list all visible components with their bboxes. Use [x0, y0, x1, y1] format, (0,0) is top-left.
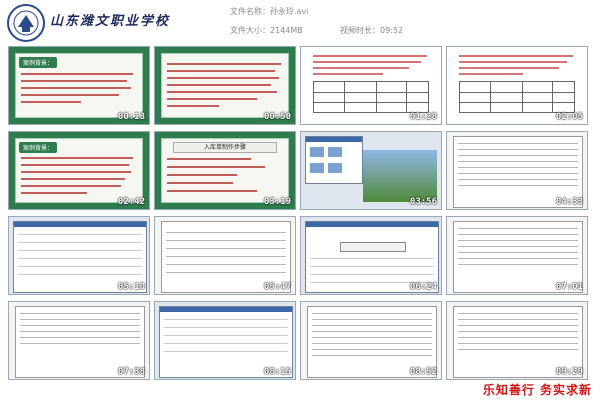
school-logo-icon	[7, 4, 45, 42]
timestamp: 05:47	[263, 282, 291, 292]
thumbnail-12[interactable]: 07:01	[446, 216, 588, 295]
timestamp: 07:01	[555, 282, 583, 292]
timestamp: 00:50	[263, 112, 291, 122]
timestamp: 02:42	[117, 197, 145, 207]
thumbnail-11[interactable]: 06:24	[300, 216, 442, 295]
thumbnail-1[interactable]: 案例背景： 00:13	[8, 46, 150, 125]
thumbnail-14[interactable]: 08:15	[154, 301, 296, 380]
school-motto: 乐知善行 务实求新	[482, 383, 592, 397]
thumbnail-9[interactable]: 05:10	[8, 216, 150, 295]
thumbnail-13[interactable]: 07:38	[8, 301, 150, 380]
file-name: 文件名称：孙永玲.avi	[230, 7, 309, 16]
thumbnail-5[interactable]: 案例背景： 02:42	[8, 131, 150, 210]
process-title: 入库单制作步骤	[173, 142, 277, 153]
thumbnail-4[interactable]: 02:05	[446, 46, 588, 125]
timestamp: 03:56	[409, 197, 437, 207]
timestamp: 06:24	[409, 282, 437, 292]
video-duration: 视频时长：09:52	[340, 26, 404, 35]
case-badge: 案例背景：	[19, 142, 58, 153]
timestamp: 01:28	[409, 112, 437, 122]
thumbnail-grid: 案例背景： 00:13 00:50 01:28 02:05 案例背景： 02:4…	[0, 46, 600, 386]
thumbnail-6[interactable]: 入库单制作步骤 03:19	[154, 131, 296, 210]
school-name: 山东潍文职业学校	[50, 14, 171, 29]
timestamp: 07:38	[117, 367, 145, 377]
timestamp: 04:33	[555, 197, 583, 207]
file-size: 文件大小：2144MB	[230, 26, 303, 35]
thumbnail-16[interactable]: 09:29	[446, 301, 588, 380]
thumbnail-8[interactable]: 04:33	[446, 131, 588, 210]
header: 山东潍文职业学校 文件名称：孙永玲.avi 文件大小：2144MB 视频时长：0…	[0, 0, 600, 46]
case-badge: 案例背景：	[19, 57, 58, 68]
timestamp: 08:15	[263, 367, 291, 377]
thumbnail-10[interactable]: 05:47	[154, 216, 296, 295]
thumbnail-15[interactable]: 08:52	[300, 301, 442, 380]
timestamp: 03:19	[263, 197, 291, 207]
timestamp: 00:13	[117, 112, 145, 122]
thumbnail-7[interactable]: 03:56	[300, 131, 442, 210]
timestamp: 08:52	[409, 367, 437, 377]
thumbnail-3[interactable]: 01:28	[300, 46, 442, 125]
timestamp: 05:10	[117, 282, 145, 292]
thumbnail-2[interactable]: 00:50	[154, 46, 296, 125]
timestamp: 09:29	[555, 367, 583, 377]
timestamp: 02:05	[555, 112, 583, 122]
